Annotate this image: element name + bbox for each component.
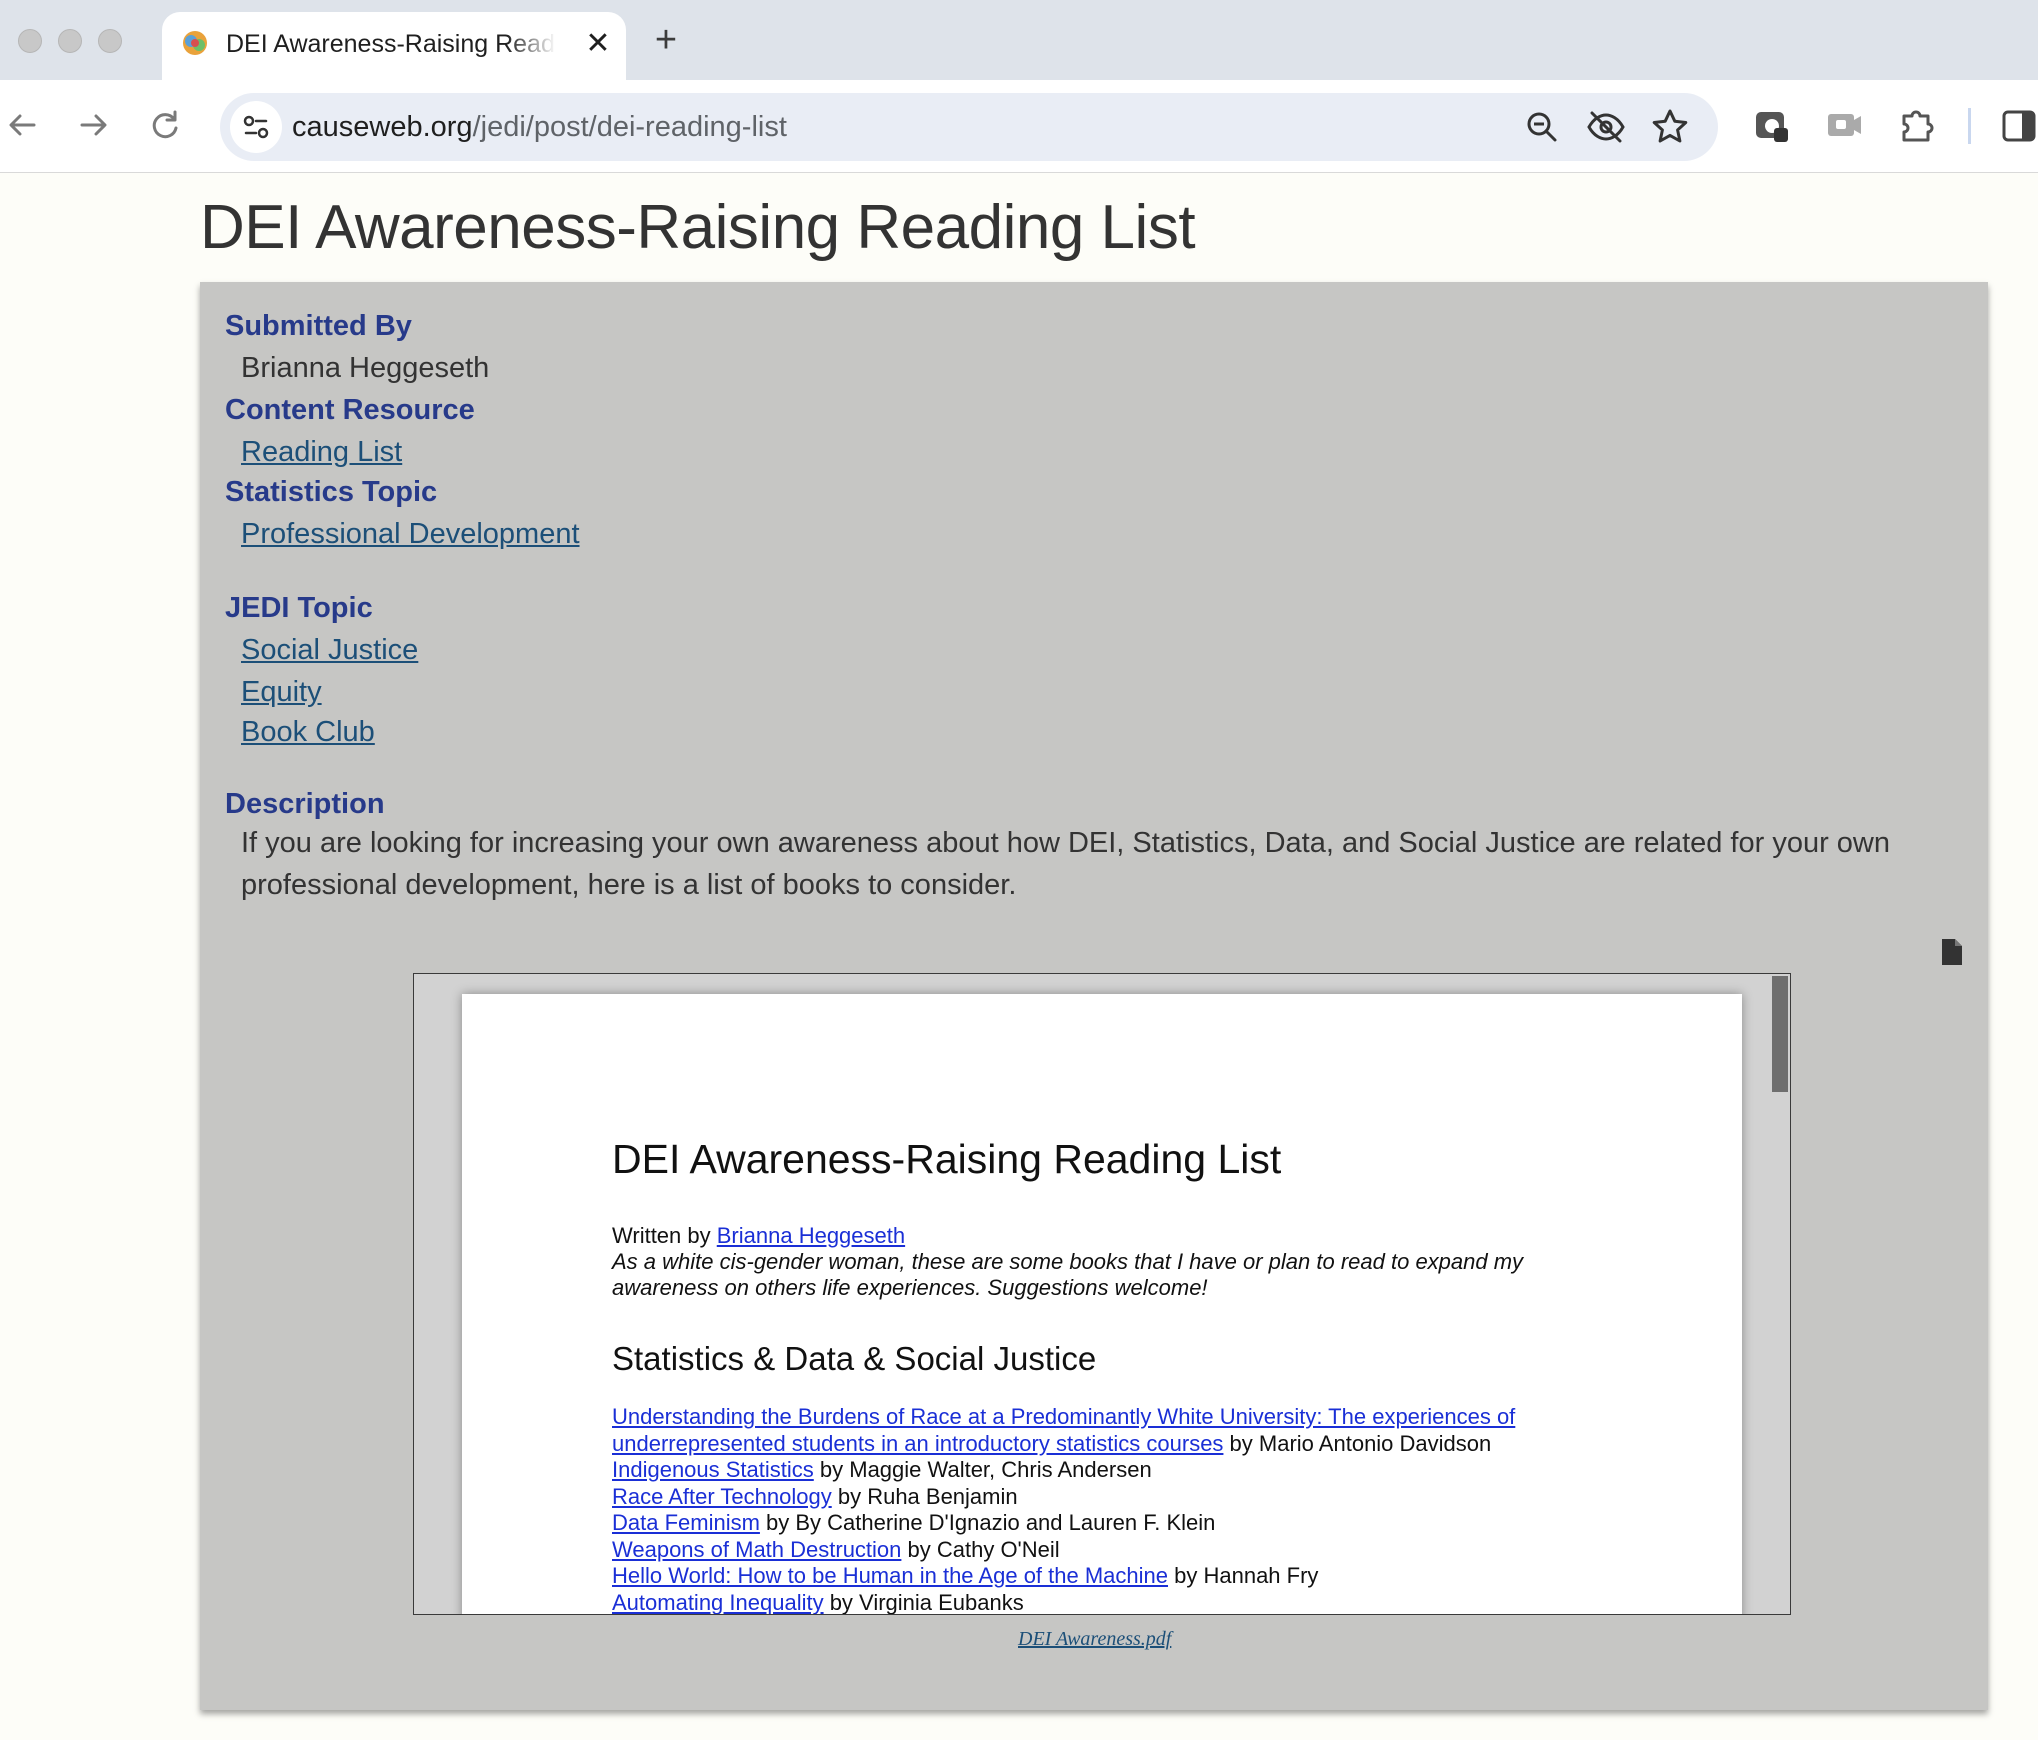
window-close-button[interactable] (18, 29, 42, 53)
content-resource-label: Content Resource (225, 394, 475, 426)
pdf-section-title: Statistics & Data & Social Justice (612, 1340, 1097, 1377)
pdf-scrollbar[interactable] (1772, 974, 1790, 1614)
pdf-book-author: by Cathy O'Neil (901, 1536, 1060, 1562)
site-favicon-icon (183, 31, 207, 55)
puzzle-extensions-icon[interactable] (1896, 106, 1936, 146)
site-info-button[interactable] (230, 101, 282, 153)
window-minimize-button[interactable] (58, 29, 82, 53)
pdf-book-item: Weapons of Math Destruction by Cathy O'N… (612, 1537, 1642, 1564)
pdf-book-item: Hello World: How to be Human in the Age … (612, 1563, 1642, 1590)
tab-bar: DEI Awareness-Raising Reading List ✕ + (0, 0, 2038, 80)
pdf-byline: Written by Brianna Heggeseth (612, 1222, 905, 1249)
description-label: Description (225, 788, 385, 820)
pdf-book-link[interactable]: Weapons of Math Destruction (612, 1537, 901, 1562)
pdf-book-list: Understanding the Burdens of Race at a P… (612, 1404, 1642, 1615)
pdf-intro-line-1: As a white cis-gender woman, these are s… (612, 1249, 1524, 1274)
pdf-book-author: by Hannah Fry (1168, 1563, 1319, 1588)
pdf-book-link[interactable]: Automating Inequality (612, 1590, 824, 1615)
bookmark-star-icon[interactable] (1650, 107, 1690, 147)
pdf-book-item: Automating Inequality by Virginia Eubank… (612, 1589, 1642, 1615)
jedi-topic-label: JEDI Topic (225, 592, 373, 624)
pdf-intro-line-2: awareness on others life experiences. Su… (612, 1275, 1208, 1300)
pdf-book-item: Race After Technology by Ruha Benjamin (612, 1484, 1642, 1511)
pdf-book-link[interactable]: Hello World: How to be Human in the Age … (612, 1563, 1168, 1588)
statistics-topic-label: Statistics Topic (225, 476, 438, 508)
pdf-book-author: by Virginia Eubanks (823, 1589, 1024, 1615)
browser-toolbar: causeweb.org/jedi/post/dei-reading-list (0, 80, 2038, 173)
side-panel-icon[interactable] (2000, 106, 2038, 146)
submitted-by-label: Submitted By (225, 310, 412, 342)
pdf-book-item: Indigenous Statistics by Maggie Walter, … (612, 1457, 1642, 1484)
pdf-book-author: by By Catherine D'Ignazio and Lauren F. … (759, 1510, 1216, 1535)
screen-capture-icon[interactable] (1824, 106, 1864, 146)
pdf-book-author: by Mario Antonio Davidson (1223, 1430, 1492, 1456)
pdf-book-link[interactable]: Data Feminism (612, 1510, 760, 1535)
forward-arrow-icon[interactable] (70, 102, 116, 148)
pdf-title: DEI Awareness-Raising Reading List (612, 1136, 1282, 1182)
pdf-book-link[interactable]: Race After Technology (612, 1484, 832, 1509)
pdf-viewer[interactable]: DEI Awareness-Raising Reading List Writt… (413, 973, 1791, 1615)
pdf-book-author: by Maggie Walter, Chris Andersen (813, 1457, 1152, 1482)
back-arrow-icon[interactable] (0, 102, 46, 148)
url-path: /jedi/post/dei-reading-list (472, 111, 787, 143)
tune-icon (243, 115, 269, 139)
content-resource-link[interactable]: Reading List (241, 432, 402, 472)
page-title: DEI Awareness-Raising Reading List (200, 193, 1196, 262)
pdf-book-item: Data Feminism by By Catherine D'Ignazio … (612, 1510, 1642, 1537)
description-text: If you are looking for increasing your o… (241, 827, 1891, 901)
submitted-by-value: Brianna Heggeseth (241, 352, 490, 384)
tab-title: DEI Awareness-Raising Reading List (226, 30, 556, 58)
address-bar[interactable]: causeweb.org/jedi/post/dei-reading-list (220, 93, 1718, 161)
pdf-written-by: Written by (612, 1223, 711, 1248)
pdf-book-link[interactable]: Indigenous Statistics (612, 1457, 814, 1482)
pdf-scrollbar-thumb[interactable] (1772, 976, 1788, 1092)
jedi-topic-link-equity[interactable]: Equity (241, 672, 322, 712)
resource-details-card: Submitted By Brianna Heggeseth Content R… (200, 282, 1988, 1710)
toolbar-divider (1968, 108, 1971, 144)
new-tab-button[interactable]: + (646, 20, 686, 60)
tab-close-icon[interactable]: ✕ (580, 26, 616, 62)
jedi-topic-link-social-justice[interactable]: Social Justice (241, 630, 418, 670)
url-host: causeweb.org (292, 111, 473, 143)
pdf-book-author: by Ruha Benjamin (831, 1483, 1018, 1509)
eye-off-icon[interactable] (1586, 107, 1626, 147)
pdf-book-item: Understanding the Burdens of Race at a P… (612, 1404, 1642, 1457)
active-tab[interactable]: DEI Awareness-Raising Reading List ✕ (162, 12, 626, 80)
extension-icon[interactable] (1752, 106, 1792, 146)
reload-icon[interactable] (142, 102, 188, 148)
file-download-icon[interactable] (1940, 937, 1964, 967)
pdf-author-link[interactable]: Brianna Heggeseth (717, 1223, 905, 1248)
pdf-page: DEI Awareness-Raising Reading List Writt… (462, 994, 1742, 1615)
url-text: causeweb.org/jedi/post/dei-reading-list (292, 109, 787, 145)
jedi-topic-link-book-club[interactable]: Book Club (241, 712, 375, 752)
zoom-icon[interactable] (1522, 107, 1562, 147)
window-zoom-button[interactable] (98, 29, 122, 53)
pdf-file-link[interactable]: DEI Awareness.pdf (1018, 1626, 1171, 1652)
statistics-topic-link[interactable]: Professional Development (241, 514, 580, 554)
